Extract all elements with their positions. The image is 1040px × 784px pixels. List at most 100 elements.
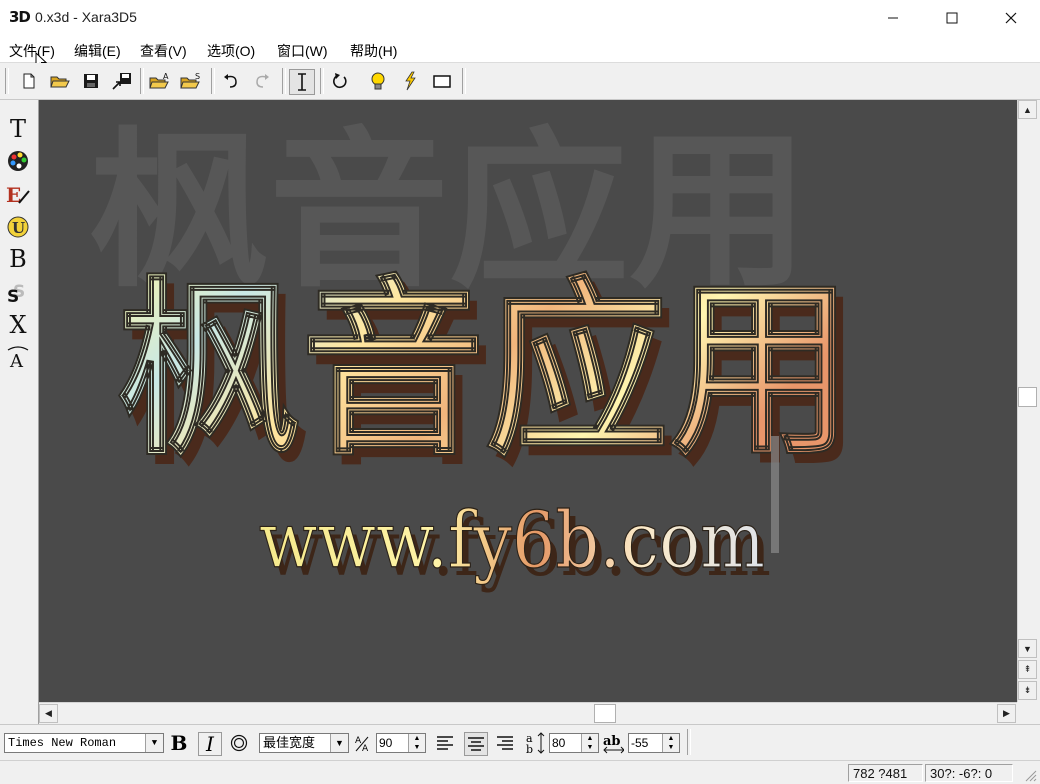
outline-icon — [230, 734, 248, 752]
bevel-tool-button[interactable]: B — [4, 244, 32, 274]
redo-icon — [256, 74, 269, 88]
resize-grip-icon[interactable] — [1024, 769, 1037, 782]
letter-spacing-value: 90 — [379, 736, 393, 750]
scroll-right-button[interactable]: ▶ — [997, 704, 1016, 723]
light-button[interactable] — [366, 69, 390, 93]
letter-spacing-icon: AA — [354, 732, 376, 754]
status-bar: 782 ?481 30?: -6?: 0 — [0, 760, 1040, 784]
color-palette-icon — [8, 151, 28, 171]
minimize-button[interactable] — [870, 0, 916, 36]
align-left-button[interactable] — [434, 732, 456, 754]
frame-button[interactable] — [430, 69, 454, 93]
window-title: 0.x3d - Xara3D5 — [35, 9, 137, 25]
align-right-button[interactable] — [494, 732, 516, 754]
scroll-up-icon: ▲ — [1023, 104, 1032, 115]
shadow-tool-icon: SS — [7, 282, 25, 305]
toolbar-separator — [5, 68, 9, 94]
horizontal-scroll-thumb[interactable] — [594, 704, 616, 723]
save-file-button[interactable] — [79, 69, 103, 93]
open-animation-button[interactable]: A — [148, 69, 172, 93]
texture-edit-icon: E — [6, 183, 30, 207]
rotate-button[interactable] — [328, 69, 352, 93]
vertical-scrollbar[interactable]: ▲ ▼ ⇞ ⇟ — [1017, 100, 1039, 702]
open-animation-icon: A — [149, 72, 169, 89]
export-button[interactable] — [110, 69, 134, 93]
subtitle-text: www.fy6b.com — [259, 496, 765, 586]
color-tool-button[interactable] — [4, 146, 32, 176]
align-center-button[interactable] — [464, 732, 488, 756]
scroll-left-icon: ◀ — [45, 708, 52, 718]
menu-view[interactable]: 查看(V) — [140, 41, 187, 61]
font-dropdown-arrow[interactable]: ▼ — [145, 734, 163, 752]
toolbar-separator — [282, 68, 286, 94]
redo-button[interactable] — [250, 69, 274, 93]
horizontal-scrollbar[interactable]: ◀ ▶ — [39, 702, 1017, 724]
close-button[interactable] — [988, 0, 1034, 36]
open-file-button[interactable] — [48, 69, 72, 93]
svg-text:E: E — [6, 183, 21, 207]
scroll-up-button[interactable]: ▲ — [1018, 100, 1037, 119]
lightbulb-icon — [371, 72, 385, 90]
align-right-icon — [497, 736, 513, 750]
undo-button[interactable] — [219, 69, 243, 93]
shape-tool-button[interactable]: U — [4, 212, 32, 242]
svg-text:U: U — [12, 219, 25, 237]
text-format-bar: Times New Roman ▼ B I 最佳宽度 ▼ AA 90 ▲ ▼ ab… — [0, 724, 1040, 761]
svg-text:A: A — [163, 72, 169, 81]
double-down-icon: ⇟ — [1023, 685, 1032, 695]
word-spacing-input[interactable]: -55 ▲ ▼ — [628, 733, 680, 753]
scroll-down-button[interactable]: ▼ — [1018, 639, 1037, 658]
outline-button[interactable] — [228, 732, 250, 754]
italic-button[interactable]: I — [198, 732, 222, 756]
status-size: 782 ?481 — [848, 764, 923, 782]
chevron-down-icon: ▼ — [335, 738, 344, 748]
font-select[interactable]: Times New Roman ▼ — [4, 733, 164, 753]
page-down-button[interactable]: ⇟ — [1018, 681, 1037, 700]
chevron-down-icon: ▼ — [151, 738, 158, 748]
lightning-button[interactable] — [398, 69, 422, 93]
letter-spacing-stepper[interactable]: ▲ ▼ — [408, 734, 425, 752]
new-file-icon — [23, 73, 35, 89]
extrude-tool-button[interactable]: X — [4, 310, 32, 340]
toolbar-separator — [462, 68, 466, 94]
spacing-mode-select[interactable]: 最佳宽度 ▼ — [259, 733, 349, 753]
new-file-button[interactable] — [17, 69, 41, 93]
page-up-button[interactable]: ⇞ — [1018, 660, 1037, 679]
undo-icon — [224, 74, 237, 88]
menu-file[interactable]: 文件(F) — [9, 41, 55, 61]
word-spacing-stepper[interactable]: ▲ ▼ — [662, 734, 679, 752]
open-style-button[interactable]: S — [179, 69, 203, 93]
left-tool-panel: T E U B SS X A — [0, 100, 39, 724]
line-spacing-input[interactable]: 80 ▲ ▼ — [549, 733, 599, 753]
app-icon: 3D — [9, 8, 31, 26]
menu-help[interactable]: 帮助(H) — [350, 41, 397, 61]
3d-scene: 枫音应用 枫音应用 枫音应用 www.fy6b.com www.fy6b.com — [89, 113, 861, 594]
line-spacing-stepper[interactable]: ▲ ▼ — [581, 734, 598, 752]
shadow-tool-button[interactable]: SS — [4, 278, 32, 308]
letter-spacing-input[interactable]: 90 ▲ ▼ — [376, 733, 426, 753]
text-cursor-icon — [298, 73, 306, 91]
vertical-scroll-thumb[interactable] — [1018, 387, 1037, 407]
main-toolbar: A S — [0, 63, 1040, 100]
export-icon — [112, 73, 131, 90]
maximize-button[interactable] — [929, 0, 975, 36]
word-spacing-value: -55 — [631, 736, 649, 750]
toolbar-separator — [211, 68, 215, 94]
texture-tool-button[interactable]: E — [4, 180, 32, 210]
text-options-icon: A — [7, 346, 29, 369]
bold-label: B — [170, 731, 188, 755]
spacing-dropdown-arrow[interactable]: ▼ — [330, 734, 348, 752]
menu-window[interactable]: 窗口(W) — [277, 41, 328, 61]
menu-options[interactable]: 选项(O) — [207, 41, 255, 61]
bold-button[interactable]: B — [168, 731, 190, 755]
frame-icon — [433, 75, 451, 88]
3d-canvas[interactable]: 枫音应用 枫音应用 枫音应用 www.fy6b.com www.fy6b.com — [39, 100, 1017, 702]
spacing-mode-value: 最佳宽度 — [263, 735, 316, 750]
text-options-button[interactable]: A — [4, 342, 32, 372]
scroll-left-button[interactable]: ◀ — [39, 704, 58, 723]
toolbar-separator — [320, 68, 324, 94]
scroll-down-icon: ▼ — [1023, 643, 1032, 654]
text-tool-button[interactable]: T — [4, 114, 32, 144]
menu-edit[interactable]: 编辑(E) — [74, 41, 121, 61]
text-cursor-button[interactable] — [289, 69, 315, 95]
